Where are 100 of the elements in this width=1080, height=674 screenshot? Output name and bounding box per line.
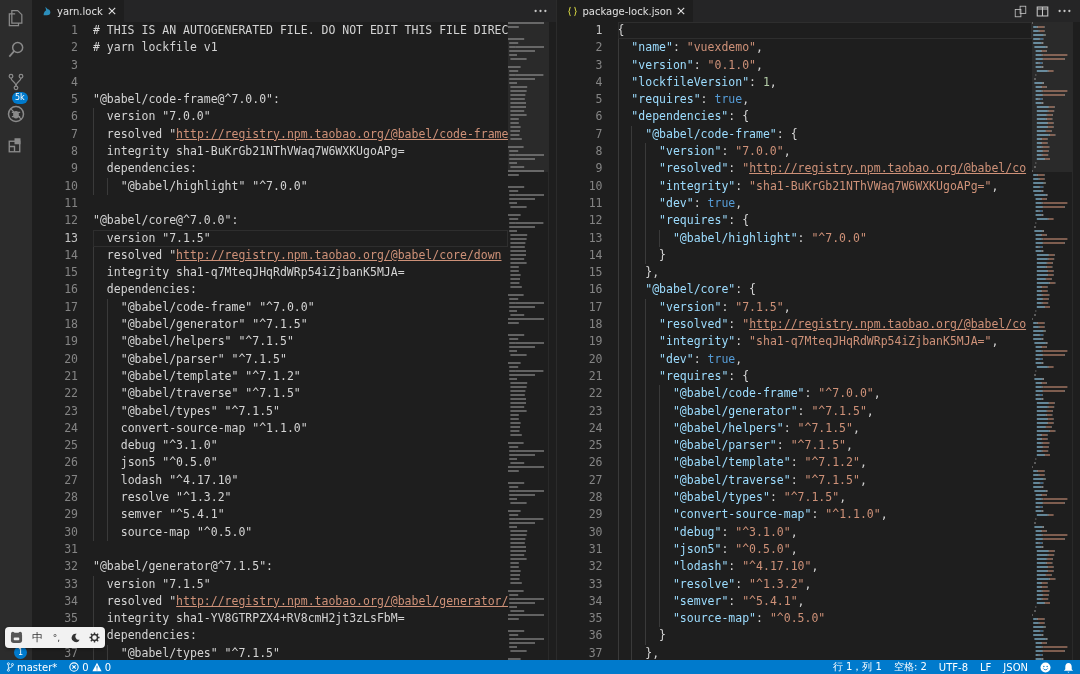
line-number: 19 xyxy=(587,333,603,351)
minimap[interactable] xyxy=(1032,22,1072,660)
json-key: "@babel/code-frame" xyxy=(672,385,805,403)
string-value: "^7.1.5" xyxy=(790,437,847,455)
boolean-value: true xyxy=(707,350,736,368)
punctuation: : xyxy=(721,523,730,541)
code-text: # THIS IS AN AUTOGENERATED FILE. DO NOT EDIT THIS FILE DIREC xyxy=(93,22,508,39)
url-link[interactable]: http://registry.npm.taobao.org/@babel/co xyxy=(749,316,1027,334)
code-text: resolved " xyxy=(106,246,177,264)
punctuation: } xyxy=(659,246,666,264)
punctuation: : xyxy=(672,39,681,57)
punctuation: : xyxy=(728,558,737,576)
punctuation: , xyxy=(859,471,867,489)
problems-status[interactable]: 0 0 xyxy=(69,661,111,673)
punctuation: { xyxy=(617,22,625,39)
settings-icon[interactable] xyxy=(89,632,101,643)
punctuation: : xyxy=(721,540,730,558)
smiley-icon[interactable] xyxy=(1040,661,1051,673)
json-key: "dev" xyxy=(659,350,694,368)
json-key: "integrity" xyxy=(659,333,736,351)
line-number: 16 xyxy=(63,281,78,299)
punctuation: , xyxy=(846,437,853,455)
string-value: "^7.1.5" xyxy=(804,471,860,489)
code-text: integrity sha1-q7MteqJHqRdWRp54iZjbanK5MJA= xyxy=(106,264,405,282)
url-link[interactable]: http://registry.npm.taobao.org/@babel/core/down xyxy=(176,246,502,265)
string-value: " xyxy=(742,316,750,334)
cursor-position[interactable]: 行 1，列 1 xyxy=(832,660,882,674)
close-icon[interactable] xyxy=(107,7,116,15)
json-key: "resolve" xyxy=(672,575,736,593)
string-value: "^4.17.10" xyxy=(742,558,812,576)
string-value: "^3.1.0" xyxy=(735,523,791,541)
code-text: dependencies: xyxy=(106,281,197,299)
line-ending-status[interactable]: LF xyxy=(980,661,992,673)
compare-icon[interactable] xyxy=(1014,4,1027,18)
punctuation: , xyxy=(991,333,999,351)
json-key: "@babel/code-frame" xyxy=(645,125,777,144)
json-key: "resolved" xyxy=(659,160,729,178)
string-value: "^7.1.2" xyxy=(804,454,860,472)
url-link[interactable]: http://registry.npm.taobao.org/@babel/co xyxy=(749,160,1027,178)
punctuation: : xyxy=(797,229,806,247)
code-text: version "7.0.0" xyxy=(106,108,211,126)
branch-status[interactable]: master* xyxy=(6,661,58,673)
line-number: 24 xyxy=(63,419,78,437)
line-number: 6 xyxy=(70,108,78,126)
line-number: 30 xyxy=(63,523,78,541)
json-key: "resolved" xyxy=(659,316,729,334)
line-number: 37 xyxy=(63,644,78,660)
line-number: 8 xyxy=(70,143,78,161)
code-text: "@babel/parser" "^7.1.5" xyxy=(120,350,287,368)
more-icon[interactable] xyxy=(533,9,547,13)
source-control-icon[interactable] xyxy=(6,72,26,92)
split-editor-icon[interactable] xyxy=(1036,4,1049,18)
close-icon[interactable] xyxy=(677,7,686,15)
punctuation: : xyxy=(769,489,778,506)
line-number: 5 xyxy=(594,91,603,109)
language-toggle[interactable]: 中 xyxy=(32,630,44,645)
line-number: 34 xyxy=(63,592,78,610)
code-text: # yarn lockfile v1 xyxy=(93,39,218,57)
code-text: version "7.1.5" xyxy=(106,575,211,593)
string-value: "^0.5.0" xyxy=(769,610,826,628)
number-value: 1 xyxy=(762,73,770,91)
string-value: "sha1-BuKrGb21NThVWaq7W6WXKUgoAPg=" xyxy=(749,177,992,195)
punctuation: : xyxy=(735,333,744,351)
language-mode[interactable]: JSON xyxy=(1003,661,1028,673)
line-number: 23 xyxy=(63,402,78,420)
json-key: "source-map" xyxy=(672,610,757,628)
line-number: 28 xyxy=(587,489,603,506)
json-key: "semver" xyxy=(672,592,729,611)
bug-icon[interactable] xyxy=(6,104,26,124)
punctuation-toggle[interactable]: °, xyxy=(52,632,61,643)
string-value: "^7.1.5" xyxy=(811,402,867,420)
more-icon[interactable] xyxy=(1058,9,1071,13)
search-icon[interactable] xyxy=(6,40,26,60)
encoding-status[interactable]: UTF-8 xyxy=(938,661,968,673)
punctuation: : xyxy=(804,385,813,403)
code-text: resolved " xyxy=(106,592,177,610)
moon-icon[interactable] xyxy=(69,632,80,643)
editor-tab[interactable]: package-lock.json xyxy=(556,0,694,22)
url-link[interactable]: http://registry.npm.taobao.org/@babel/generator/ xyxy=(176,592,508,611)
indentation-status[interactable]: 空格: 2 xyxy=(893,660,927,674)
punctuation: , xyxy=(783,143,791,161)
line-number: 8 xyxy=(594,143,603,161)
url-link[interactable]: http://registry.npm.taobao.org/@babel/code-frame xyxy=(176,125,508,144)
code-text: semver "^5.4.1" xyxy=(120,506,225,524)
punctuation: }, xyxy=(645,264,660,282)
line-number: 17 xyxy=(63,298,78,316)
punctuation: : xyxy=(721,298,730,316)
error-icon xyxy=(69,662,80,672)
code-text: debug "^3.1.0" xyxy=(120,437,218,455)
line-number: 10 xyxy=(63,177,78,195)
punctuation: : xyxy=(700,91,709,109)
editor-tab[interactable]: yarn.lock xyxy=(32,0,124,22)
bell-icon[interactable] xyxy=(1063,661,1074,673)
line-number: 2 xyxy=(70,39,78,57)
line-number: 32 xyxy=(587,558,603,576)
minimap[interactable] xyxy=(507,22,548,660)
string-value: "^1.1.0" xyxy=(825,506,881,524)
line-number: 33 xyxy=(587,575,603,593)
line-number: 27 xyxy=(63,471,78,489)
punctuation: : xyxy=(797,402,806,420)
